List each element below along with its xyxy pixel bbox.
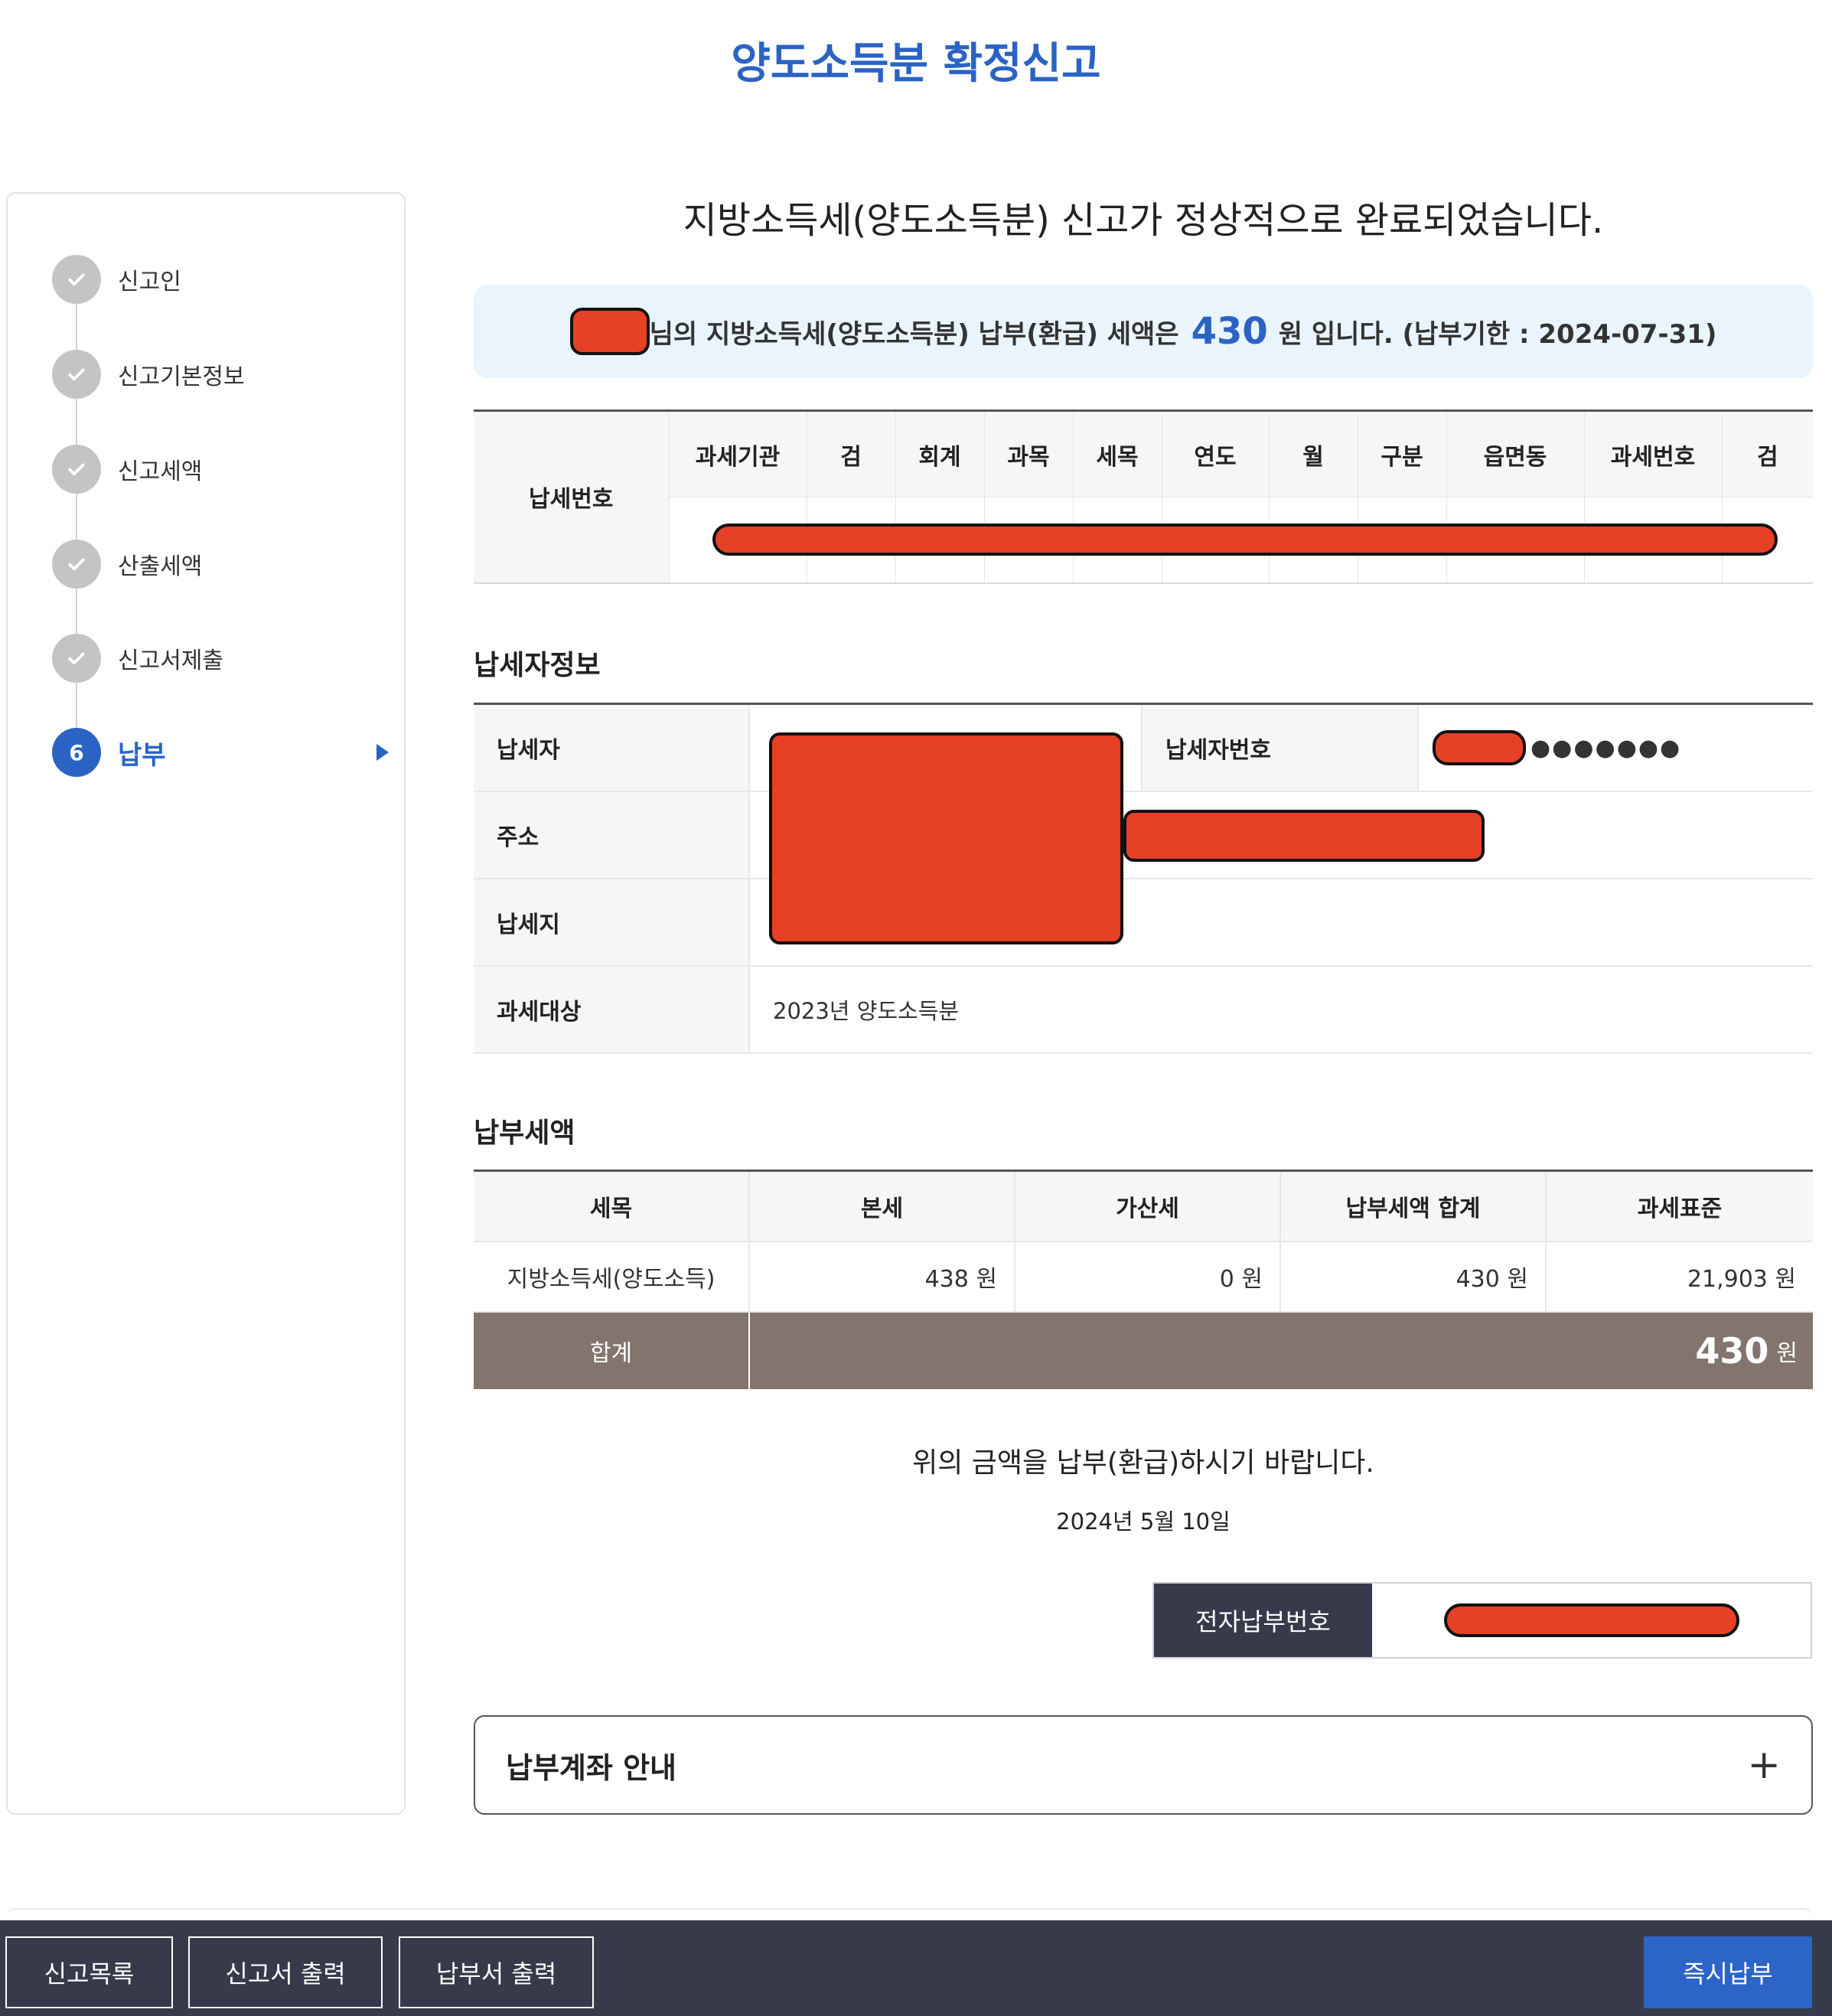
table-cell: 0 원 bbox=[1015, 1242, 1281, 1311]
col-header: 읍면동 bbox=[1446, 410, 1585, 497]
table-cell: 지방소득세(양도소득) bbox=[474, 1242, 750, 1311]
step-item-basic-info[interactable]: 신고기본정보 bbox=[52, 350, 389, 399]
col-header: 월 bbox=[1268, 410, 1358, 497]
col-header: 세목 bbox=[474, 1172, 750, 1241]
print-report-button[interactable]: 신고서 출력 bbox=[188, 1936, 383, 2008]
total-label: 합계 bbox=[474, 1313, 750, 1389]
caret-right-icon bbox=[377, 744, 389, 761]
tax-location-label: 납세지 bbox=[474, 879, 750, 965]
step-item-report-tax[interactable]: 신고세액 bbox=[52, 445, 389, 494]
account-guide-label: 납부계좌 안내 bbox=[506, 1750, 676, 1785]
table-cell: 438 원 bbox=[750, 1242, 1015, 1311]
table-row: 지방소득세(양도소득) 438 원 0 원 430 원 21,903 원 bbox=[474, 1242, 1813, 1313]
report-list-button[interactable]: 신고목록 bbox=[5, 1936, 173, 2008]
redacted-taxpayer-number bbox=[1433, 730, 1526, 765]
check-icon bbox=[52, 445, 101, 494]
banner-suffix: 원 입니다. (납부기한 : 2024-07-31) bbox=[1278, 318, 1717, 350]
col-header: 검 bbox=[806, 410, 896, 497]
report-date: 2024년 5월 10일 bbox=[1056, 1509, 1231, 1535]
col-header: 세목 bbox=[1072, 410, 1162, 497]
col-header: 납부세액 합계 bbox=[1281, 1172, 1547, 1241]
col-header: 과세번호 bbox=[1583, 410, 1723, 497]
tax-amount-banner: 님의 지방소득세(양도소득분) 납부(환급) 세액은 430 원 입니다. (납… bbox=[474, 285, 1813, 378]
electronic-payment-number: 전자납부번호 bbox=[1152, 1582, 1812, 1659]
total-unit: 원 bbox=[1776, 1340, 1798, 1367]
taxpayer-info-heading: 납세자정보 bbox=[474, 650, 601, 681]
step-item-submit[interactable]: 신고서제출 bbox=[52, 634, 389, 683]
step-label: 신고서제출 bbox=[118, 648, 223, 674]
redacted-taxpayer-details bbox=[769, 732, 1123, 944]
pay-now-button[interactable]: 즉시납부 bbox=[1644, 1936, 1812, 2008]
page-title: 양도소득분 확정신고 bbox=[731, 39, 1101, 89]
taxpayer-number-label: 납세자번호 bbox=[1143, 705, 1419, 791]
step-label: 신고기본정보 bbox=[118, 364, 245, 390]
step-number-badge: 6 bbox=[52, 728, 101, 777]
table-cell: 21,903 원 bbox=[1687, 1266, 1796, 1293]
address-label: 주소 bbox=[474, 792, 750, 878]
step-item-reporter[interactable]: 신고인 bbox=[52, 255, 389, 304]
bottom-divider bbox=[6, 1908, 1812, 1920]
banner-prefix: 님의 지방소득세(양도소득분) 납부(환급) 세액은 bbox=[649, 318, 1179, 350]
taxpayer-number-masked: ●●●●●●● bbox=[1530, 734, 1682, 762]
redacted-address bbox=[1123, 810, 1485, 862]
col-header: 가산세 bbox=[1015, 1172, 1281, 1241]
check-icon bbox=[52, 350, 101, 399]
step-sidebar bbox=[6, 192, 406, 1815]
taxpayer-label: 납세자 bbox=[474, 705, 750, 791]
step-item-payment[interactable]: 6 납부 bbox=[52, 728, 389, 777]
tax-number-label: 납세번호 bbox=[474, 410, 670, 583]
step-label: 납부 bbox=[118, 739, 166, 771]
total-row: 합계 430 원 bbox=[474, 1313, 1813, 1389]
tax-target-value: 2023년 양도소득분 bbox=[773, 998, 960, 1024]
tax-target-label: 과세대상 bbox=[474, 967, 750, 1052]
account-guide-accordion[interactable]: 납부계좌 안내 + bbox=[474, 1715, 1813, 1815]
total-amount: 430 bbox=[1695, 1330, 1769, 1372]
step-item-calculated-tax[interactable]: 산출세액 bbox=[52, 540, 389, 589]
closing-note: 위의 금액을 납부(환급)하시기 바랍니다. bbox=[912, 1447, 1374, 1479]
col-header: 본세 bbox=[750, 1172, 1015, 1241]
completion-message: 지방소득세(양도소득분) 신고가 정상적으로 완료되었습니다. bbox=[683, 199, 1604, 242]
step-label: 신고세액 bbox=[118, 458, 203, 485]
step-label: 산출세액 bbox=[118, 553, 203, 580]
redacted-name bbox=[569, 308, 650, 355]
redacted-epay-number bbox=[1443, 1603, 1739, 1637]
plus-icon[interactable]: + bbox=[1747, 1742, 1781, 1788]
check-icon bbox=[52, 634, 101, 683]
epay-label: 전자납부번호 bbox=[1154, 1584, 1372, 1657]
check-icon bbox=[52, 255, 101, 304]
col-header: 회계 bbox=[895, 410, 985, 497]
check-icon bbox=[52, 540, 101, 589]
step-label: 신고인 bbox=[118, 269, 181, 295]
col-header: 구분 bbox=[1357, 410, 1447, 497]
tax-number-table: 납세번호 과세기관 검 회계 과목 세목 연도 월 구분 읍면동 과세번호 검 bbox=[474, 409, 1813, 584]
taxpayer-info-table: 납세자 납세자번호 ●●●●●●● 주소 납세지 과세대상 2023년 양도소득… bbox=[474, 703, 1813, 1054]
col-header: 연도 bbox=[1161, 410, 1270, 497]
redacted-tax-number bbox=[712, 524, 1778, 556]
table-cell: 430 원 bbox=[1281, 1242, 1547, 1311]
payment-table: 세목 본세 가산세 납부세액 합계 과세표준 지방소득세(양도소득) 438 원… bbox=[474, 1169, 1813, 1389]
payment-heading: 납부세액 bbox=[474, 1117, 575, 1149]
print-bill-button[interactable]: 납부서 출력 bbox=[399, 1936, 594, 2008]
col-header: 검 bbox=[1721, 410, 1813, 497]
banner-amount: 430 bbox=[1191, 310, 1268, 353]
col-header: 과세표준 bbox=[1547, 1172, 1813, 1241]
col-header: 과목 bbox=[983, 410, 1074, 497]
col-header: 과세기관 bbox=[668, 410, 807, 497]
